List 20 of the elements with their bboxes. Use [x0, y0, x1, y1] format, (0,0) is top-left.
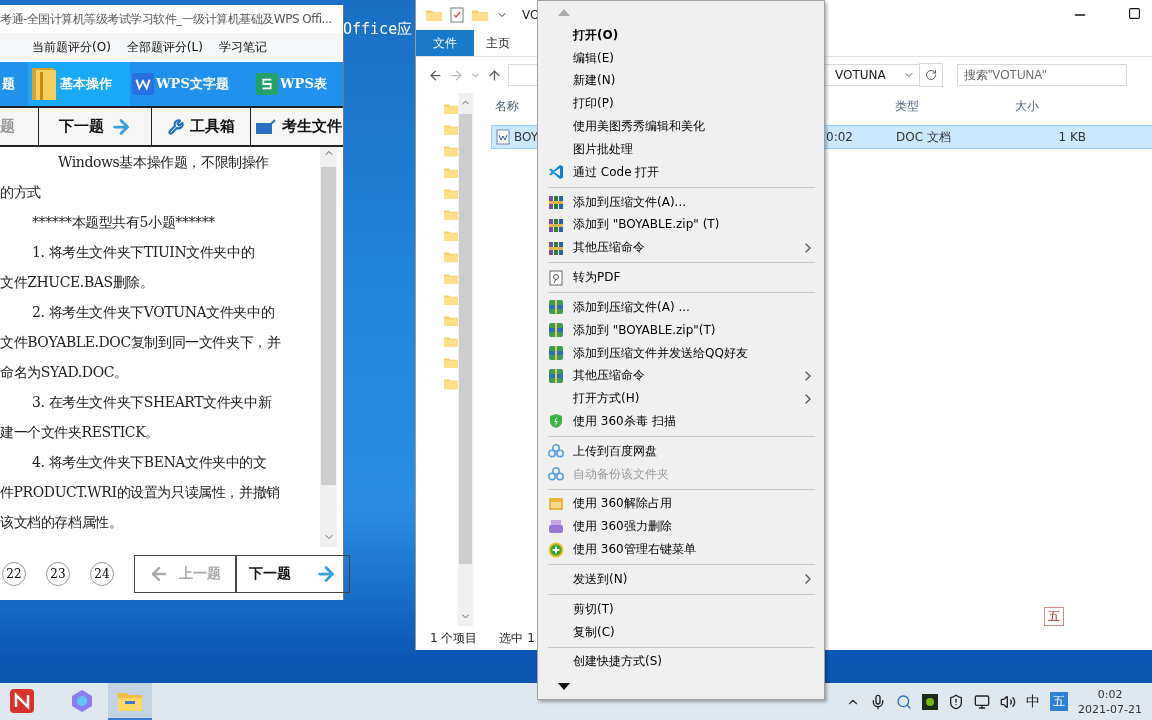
question-line: 命名为SYAD.DOC。	[0, 363, 129, 382]
question-line: 的方式	[0, 183, 42, 202]
question-line: 文件BOYABLE.DOC复制到同一文件夹下，并	[0, 333, 282, 352]
question-line: ******本题型共有5小题******	[31, 213, 216, 232]
question-line: 2. 将考生文件夹下VOTUNA文件夹中的	[31, 303, 276, 322]
table-cell-text: DOC 文档	[895, 128, 952, 146]
status-text: 选中 1	[499, 629, 535, 647]
status-text: 1 个项目	[430, 629, 478, 647]
question-line: 建一个文件夹RESTICK。	[0, 423, 160, 442]
window-title: Office应	[343, 20, 413, 39]
table-cell-text: 0:02	[825, 129, 854, 146]
question-line: 件PRODUCT.WRI的设置为只读属性，并撤销	[0, 483, 281, 502]
question-line: 该文档的存档属性。	[0, 513, 124, 532]
question-line: 文件ZHUCE.BAS删除。	[0, 273, 155, 292]
question-line: 3. 在考生文件夹下SHEART文件夹中新	[31, 393, 273, 412]
window-title: 考通-全国计算机等级考试学习软件_一级计算机基础及WPS Offi...	[0, 10, 333, 28]
question-line: 1. 将考生文件夹下TIUIN文件夹中的	[31, 243, 256, 262]
question-line: Windows基本操作题，不限制操作	[57, 153, 270, 172]
question-line: 4. 将考生文件夹下BENA文件夹中的文	[31, 453, 268, 472]
table-cell-text: 1 KB	[1057, 129, 1087, 146]
